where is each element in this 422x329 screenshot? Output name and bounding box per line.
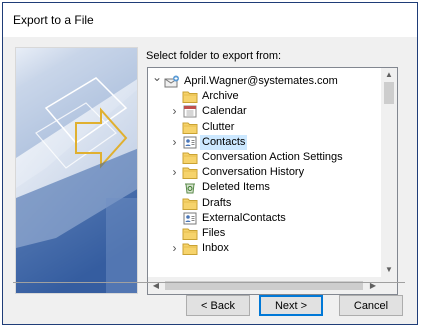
tree-item-label: Calendar [202,105,247,118]
tree-item-label: Files [202,227,226,239]
wizard-illustration [15,47,138,294]
contacts-icon [182,136,198,149]
vertical-scrollbar[interactable]: ▲ ▼ [381,68,397,277]
folder-icon [182,227,198,240]
tree-item[interactable]: Deleted Items [148,180,381,195]
contacts-icon [182,212,198,225]
scroll-up-icon[interactable]: ▲ [381,68,397,82]
tree-item-label: Inbox [202,242,229,255]
tree-item-label: Conversation History [202,166,305,179]
tree-item[interactable]: › Contacts [148,134,381,150]
deleted-items-icon [182,181,198,194]
mailbox-icon [164,75,180,88]
chevron-right-icon[interactable]: › [170,135,179,150]
button-separator [13,282,405,283]
dialog-title: Export to a File [13,13,94,27]
tree-item-label: Contacts [200,134,248,150]
cancel-button[interactable]: Cancel [339,295,403,316]
tree-item-label: Deleted Items [202,181,270,194]
tree-item-label: Archive [202,90,239,103]
tree-item[interactable]: › Calendar [148,104,381,119]
tree-item[interactable]: Drafts [148,196,381,211]
calendar-icon [182,105,198,118]
folder-icon [182,90,198,104]
tree-item[interactable]: Files [148,226,381,241]
next-button[interactable]: Next > [259,295,323,316]
wizard-art-icon [16,48,137,293]
tree-item[interactable]: Archive [148,89,381,104]
tree-item[interactable]: Clutter [148,120,381,135]
folder-icon [182,166,198,180]
chevron-right-icon[interactable]: › [170,104,179,119]
back-button[interactable]: < Back [186,295,250,316]
tree-item[interactable]: ⌄ April.Wagner@systemates.com [148,70,381,89]
vertical-scroll-thumb[interactable] [384,82,394,104]
folder-icon [182,151,198,164]
tree-item-label: Drafts [202,196,232,209]
tree-item[interactable]: › Conversation History [148,165,381,180]
folder-icon [182,242,198,256]
dialog-content: Select folder to export from: ⌄ April.Wag… [3,37,417,324]
tree-item-label: Clutter [202,120,235,133]
tree-item-label: April.Wagner@systemates.com [184,75,338,87]
folder-icon [182,121,198,134]
title-bar: Export to a File [3,3,417,37]
folder-icon [182,197,198,210]
chevron-right-icon[interactable]: › [170,241,179,256]
tree-item[interactable]: ExternalContacts [148,211,381,226]
select-folder-label: Select folder to export from: [146,50,282,62]
scroll-down-icon[interactable]: ▼ [381,263,397,277]
tree-item[interactable]: Conversation Action Settings [148,150,381,165]
tree-item[interactable]: › Inbox [148,241,381,256]
tree-item-label: Conversation Action Settings [202,151,343,163]
chevron-right-icon[interactable]: › [170,165,179,180]
horizontal-scrollbar[interactable]: ◀ ▶ [148,277,381,294]
chevron-down-icon[interactable]: ⌄ [152,70,162,85]
folder-tree[interactable]: ⌄ April.Wagner@systemates.com Archive › Cale… [147,67,398,295]
tree-item-label: ExternalContacts [202,211,286,224]
export-dialog: Export to a File Select folder to export… [2,2,418,325]
scrollbar-corner [381,277,397,294]
